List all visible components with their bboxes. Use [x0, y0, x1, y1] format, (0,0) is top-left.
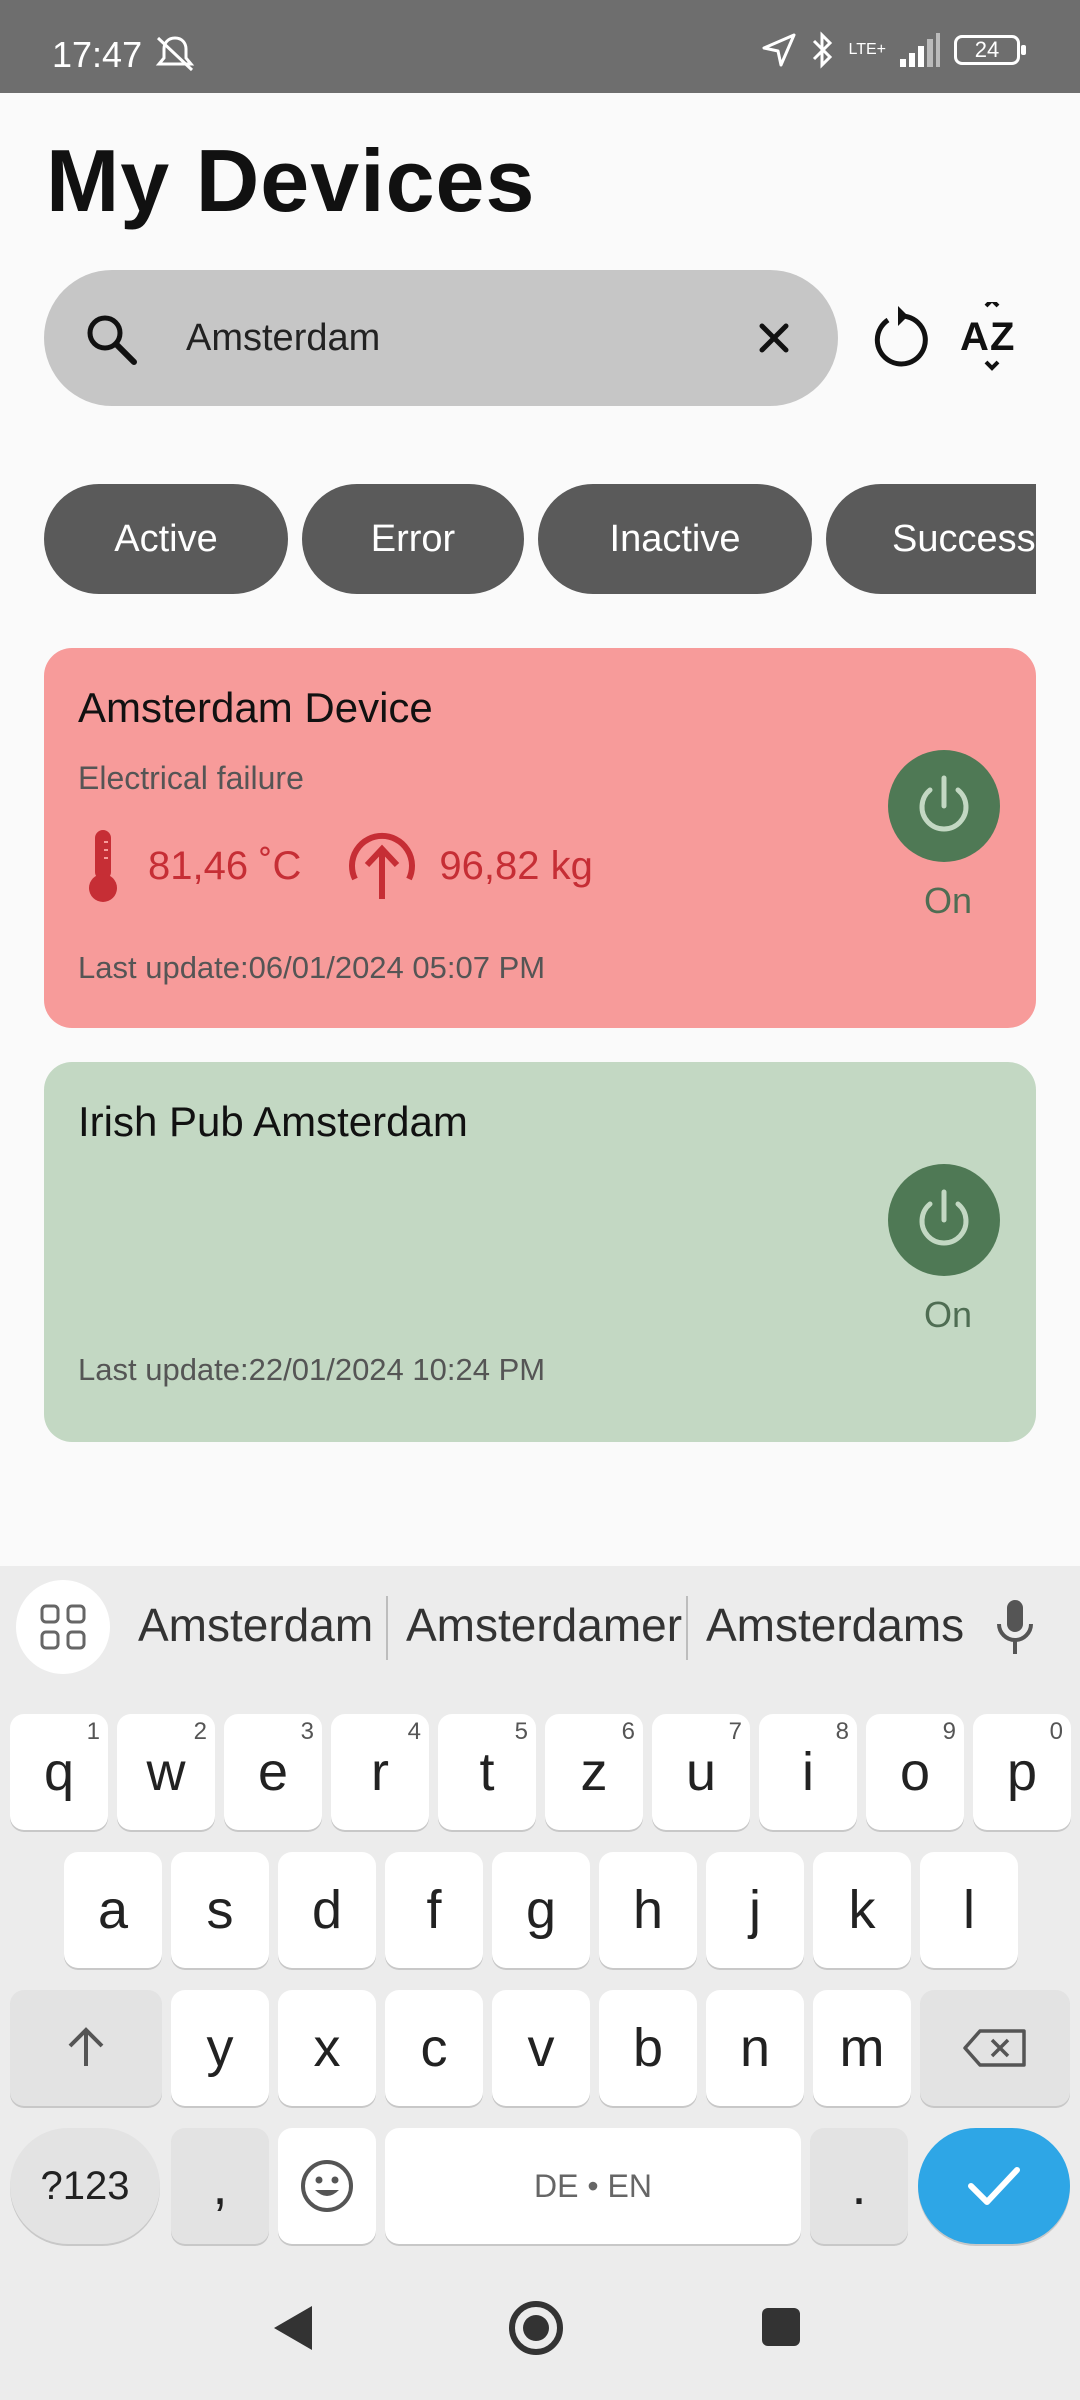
location-icon — [762, 33, 795, 67]
key-t[interactable]: t5 — [438, 1714, 536, 1830]
key-m[interactable]: m — [813, 1990, 911, 2106]
clear-icon[interactable] — [750, 314, 798, 362]
svg-text:Z: Z — [990, 315, 1014, 359]
shift-key[interactable] — [10, 1990, 162, 2106]
suggestion-1[interactable]: Amsterdam — [138, 1598, 373, 1652]
key-z[interactable]: z6 — [545, 1714, 643, 1830]
sort-az-icon[interactable]: A Z — [960, 302, 1024, 374]
device-card[interactable]: Irish Pub Amsterdam Last update:22/01/20… — [44, 1062, 1036, 1442]
key-i[interactable]: i8 — [759, 1714, 857, 1830]
key-a[interactable]: a — [64, 1852, 162, 1968]
key-y[interactable]: y — [171, 1990, 269, 2106]
battery-icon: 24 — [954, 35, 1026, 65]
filter-chips: Active Error Inactive Success — [44, 484, 1036, 594]
emoji-key[interactable] — [278, 2128, 376, 2244]
suggestion-divider — [386, 1596, 388, 1660]
network-type: LTE+ — [848, 41, 887, 58]
checkmark-icon — [968, 2167, 1020, 2205]
temperature-value: 81,46 ˚C — [148, 843, 302, 888]
power-button[interactable] — [888, 1164, 1000, 1276]
mic-icon[interactable] — [990, 1598, 1040, 1658]
key-h[interactable]: h — [599, 1852, 697, 1968]
period-key[interactable]: . — [810, 2128, 908, 2244]
key-r[interactable]: r4 — [331, 1714, 429, 1830]
signal-icon — [900, 33, 940, 67]
key-o[interactable]: o9 — [866, 1714, 964, 1830]
comma-key[interactable]: , — [171, 2128, 269, 2244]
status-bar: 17:47 LTE+ 24 — [0, 0, 1080, 93]
key-l[interactable]: l — [920, 1852, 1018, 1968]
key-v[interactable]: v — [492, 1990, 590, 2106]
svg-text:A: A — [960, 315, 989, 359]
key-d[interactable]: d — [278, 1852, 376, 1968]
space-key[interactable]: DE • EN — [385, 2128, 801, 2244]
emoji-icon — [301, 2160, 353, 2212]
power-state-label: On — [923, 880, 972, 921]
key-p[interactable]: p0 — [973, 1714, 1071, 1830]
chip-success[interactable]: Success — [826, 484, 1036, 594]
key-b[interactable]: b — [599, 1990, 697, 2106]
device-status-text: Electrical failure — [78, 760, 304, 796]
chip-active[interactable]: Active — [44, 484, 288, 594]
device-card[interactable]: Amsterdam Device Electrical failure 81,4… — [44, 648, 1036, 1028]
key-f[interactable]: f — [385, 1852, 483, 1968]
keyboard-apps-button[interactable] — [16, 1580, 110, 1674]
key-q[interactable]: q1 — [10, 1714, 108, 1830]
power-icon — [919, 1189, 969, 1246]
key-x[interactable]: x — [278, 1990, 376, 2106]
suggestion-divider — [686, 1596, 688, 1660]
backspace-icon — [963, 2029, 1026, 2067]
weight-metric: 96,82 kg — [345, 829, 593, 903]
back-icon[interactable] — [268, 2302, 316, 2354]
last-update: Last update:06/01/2024 05:07 PM — [78, 950, 546, 985]
enter-key[interactable] — [918, 2128, 1070, 2244]
temperature-metric: 81,46 ˚C — [78, 828, 301, 904]
search-icon — [87, 315, 137, 365]
chip-inactive[interactable]: Inactive — [538, 484, 812, 594]
key-k[interactable]: k — [813, 1852, 911, 1968]
arrow-up-circle-icon — [349, 833, 416, 899]
thermometer-icon — [89, 830, 117, 902]
key-c[interactable]: c — [385, 1990, 483, 2106]
weight-value: 96,82 kg — [439, 843, 593, 888]
suggestion-strip: Amsterdam Amsterdamer Amsterdams — [0, 1566, 1080, 1690]
power-state-label: On — [923, 1294, 972, 1335]
recents-icon[interactable] — [760, 2306, 802, 2348]
search-bar[interactable] — [44, 270, 838, 406]
device-name: Irish Pub Amsterdam — [78, 1098, 468, 1145]
search-input[interactable] — [186, 308, 746, 368]
symbols-key[interactable]: ?123 — [10, 2128, 160, 2244]
key-g[interactable]: g — [492, 1852, 590, 1968]
suggestion-2[interactable]: Amsterdamer — [406, 1598, 682, 1652]
chip-error[interactable]: Error — [302, 484, 524, 594]
mute-icon — [155, 36, 195, 72]
refresh-icon[interactable] — [868, 306, 932, 370]
last-update: Last update:22/01/2024 10:24 PM — [78, 1352, 546, 1387]
suggestion-3[interactable]: Amsterdams — [706, 1598, 964, 1652]
page-title: My Devices — [46, 131, 536, 230]
device-metrics: 81,46 ˚C 96,82 kg — [78, 828, 637, 904]
device-name: Amsterdam Device — [78, 684, 433, 731]
home-icon[interactable] — [508, 2300, 564, 2356]
status-icons: LTE+ 24 — [761, 30, 1026, 70]
shift-icon — [68, 2027, 104, 2066]
backspace-key[interactable] — [920, 1990, 1070, 2106]
status-time: 17:47 — [52, 34, 143, 75]
key-u[interactable]: u7 — [652, 1714, 750, 1830]
power-icon — [919, 775, 969, 832]
power-button[interactable] — [888, 750, 1000, 862]
key-j[interactable]: j — [706, 1852, 804, 1968]
key-s[interactable]: s — [171, 1852, 269, 1968]
navigation-bar — [0, 2260, 1080, 2400]
key-e[interactable]: e3 — [224, 1714, 322, 1830]
grid-icon — [40, 1604, 86, 1650]
key-n[interactable]: n — [706, 1990, 804, 2106]
bluetooth-icon — [812, 31, 832, 69]
key-w[interactable]: w2 — [117, 1714, 215, 1830]
